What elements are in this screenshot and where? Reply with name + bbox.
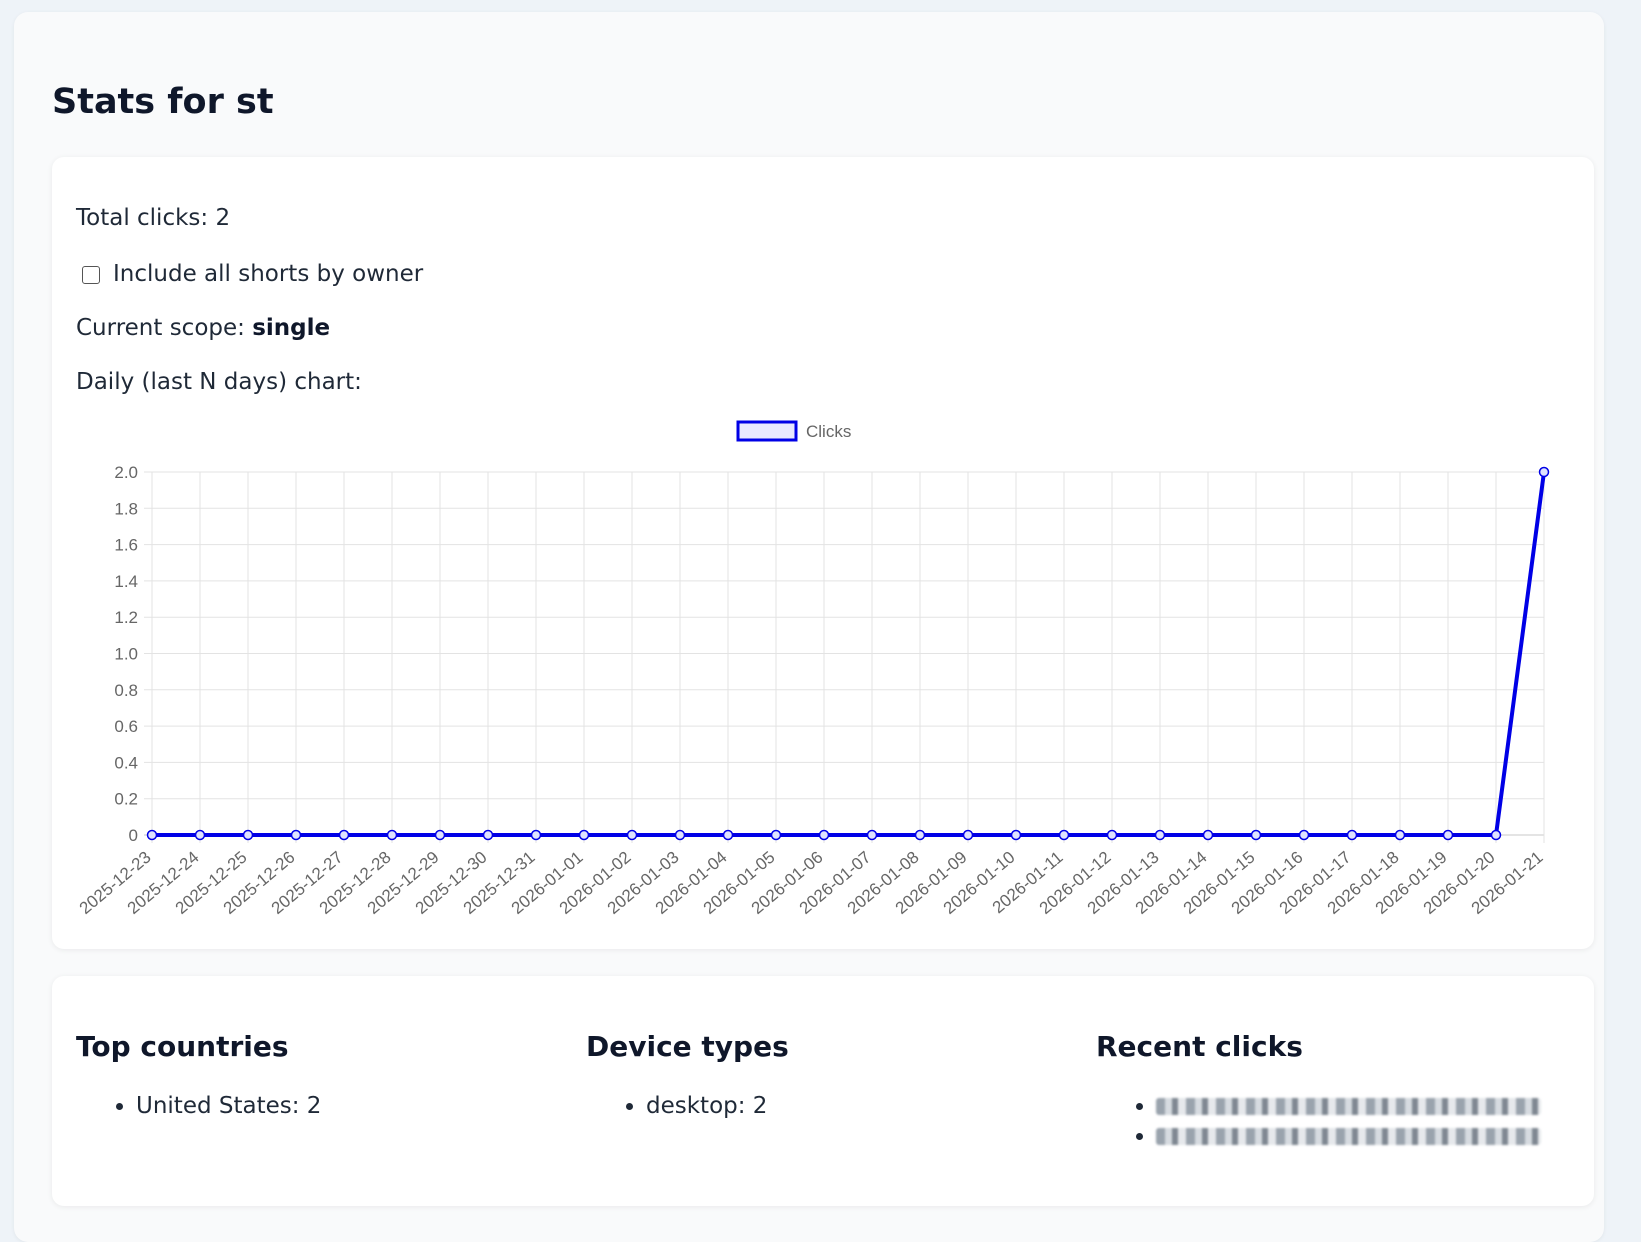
- data-point: [530, 829, 542, 841]
- data-point: [578, 829, 590, 841]
- data-point: [482, 829, 494, 841]
- data-point: [818, 829, 830, 841]
- data-point: [1490, 829, 1502, 841]
- data-point: [1250, 829, 1262, 841]
- data-point: [626, 829, 638, 841]
- device-types-heading: Device types: [586, 1030, 789, 1063]
- daily-clicks-chart: 00.20.40.60.81.01.21.41.61.82.02025-12-2…: [76, 420, 1550, 918]
- data-point: [1346, 829, 1358, 841]
- y-tick-label: 1.0: [114, 645, 138, 664]
- data-point: [386, 829, 398, 841]
- top-countries-heading: Top countries: [76, 1030, 289, 1063]
- y-tick-label: 1.2: [114, 608, 138, 627]
- y-tick-label: 1.8: [114, 499, 138, 518]
- y-tick-label: 0.8: [114, 681, 138, 700]
- y-tick-label: 1.4: [114, 572, 138, 591]
- data-point: [146, 829, 158, 841]
- y-tick-label: 1.6: [114, 536, 138, 555]
- data-point: [1058, 829, 1070, 841]
- data-point: [1202, 829, 1214, 841]
- data-point: [722, 829, 734, 841]
- recent-clicks-heading: Recent clicks: [1096, 1030, 1303, 1063]
- redacted-timestamp: [1156, 1098, 1541, 1115]
- data-point: [1538, 466, 1550, 478]
- data-point: [1298, 829, 1310, 841]
- legend-label: Clicks: [806, 422, 851, 441]
- recent-click-item-redacted: [1156, 1123, 1576, 1149]
- list-item: United States: 2: [136, 1093, 556, 1119]
- y-tick-label: 0.2: [114, 790, 138, 809]
- y-tick-label: 0: [129, 826, 138, 845]
- data-point: [1394, 829, 1406, 841]
- top-countries-list: United States: 2: [76, 1093, 556, 1119]
- data-point: [1442, 829, 1454, 841]
- data-point: [1010, 829, 1022, 841]
- data-point: [914, 829, 926, 841]
- device-types-section: Device types desktop: 2: [586, 1030, 1066, 1123]
- data-point: [674, 829, 686, 841]
- top-countries-section: Top countries United States: 2: [76, 1030, 556, 1123]
- data-point: [338, 829, 350, 841]
- data-point: [866, 829, 878, 841]
- page-title: Stats for st: [52, 82, 274, 122]
- recent-clicks-list: [1096, 1093, 1576, 1149]
- lists-card: Top countries United States: 2 Device ty…: [52, 976, 1594, 1206]
- device-types-list: desktop: 2: [586, 1093, 1066, 1119]
- y-tick-label: 0.6: [114, 717, 138, 736]
- stats-card: Total clicks: 2 Include all shorts by ow…: [52, 157, 1594, 949]
- data-point: [770, 829, 782, 841]
- data-point: [1106, 829, 1118, 841]
- redacted-timestamp: [1156, 1128, 1541, 1145]
- data-point: [290, 829, 302, 841]
- legend-swatch: [736, 420, 798, 442]
- data-point: [434, 829, 446, 841]
- recent-clicks-section: Recent clicks: [1096, 1030, 1576, 1153]
- recent-click-item-redacted: [1156, 1093, 1576, 1119]
- data-point: [242, 829, 254, 841]
- page-container: Stats for st Total clicks: 2 Include all…: [14, 12, 1604, 1242]
- y-tick-label: 0.4: [114, 753, 138, 772]
- y-tick-label: 2.0: [114, 463, 138, 482]
- data-point: [194, 829, 206, 841]
- list-item: desktop: 2: [646, 1093, 1066, 1119]
- data-point: [962, 829, 974, 841]
- data-point: [1154, 829, 1166, 841]
